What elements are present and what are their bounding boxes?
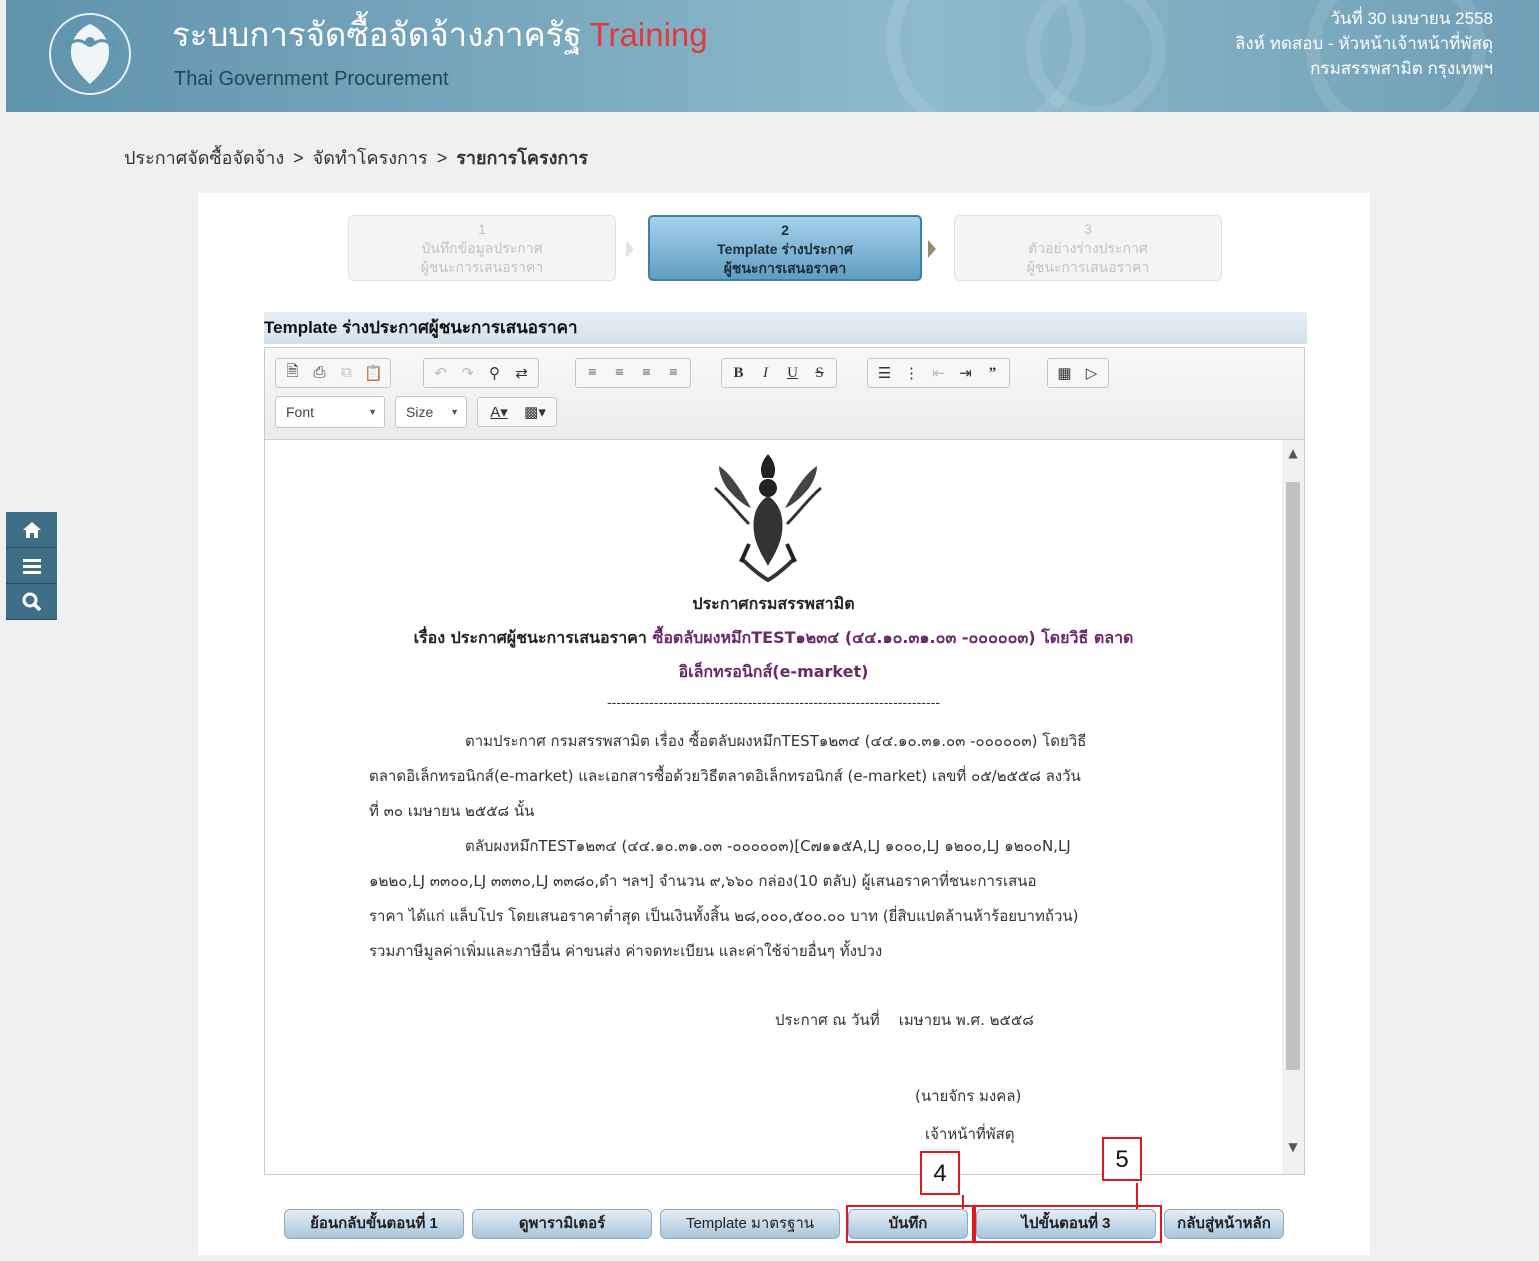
search-icon (22, 592, 41, 611)
find-icon[interactable]: ⚲ (481, 361, 508, 385)
step-3[interactable]: 3 ตัวอย่างร่างประกาศ ผู้ชนะการเสนอราคา (954, 215, 1222, 281)
menu-button[interactable] (6, 548, 57, 584)
doc-paragraph-2: ตลับผงหมึกTEST๑๒๓๔ (๔๔.๑๐.๓๑.๐๓ -๐๐๐๐๐๓)… (369, 837, 1079, 960)
side-toolbar (6, 512, 57, 620)
outdent-icon[interactable]: ⇤ (925, 361, 952, 385)
background-color-icon[interactable]: ▩▾ (517, 400, 553, 424)
search-button[interactable] (6, 584, 57, 620)
breadcrumb-current: รายการโครงการ (456, 148, 589, 168)
toolbar-group-colors: A▾ ▩▾ (477, 397, 557, 427)
underline-icon[interactable]: U (779, 361, 806, 385)
wizard-steps: 1 บันทึกข้อมูลประกาศ ผู้ชนะการเสนอราคา 2… (348, 215, 1222, 281)
view-parameters-button[interactable]: ดูพารามิเตอร์ (472, 1209, 652, 1239)
step-arrow (626, 240, 634, 258)
toolbar-group-insert: ▦ ▷ (1047, 358, 1109, 388)
doc-divider: ----------------------------------------… (606, 696, 941, 711)
show-blocks-icon[interactable]: ▷ (1078, 361, 1105, 385)
breadcrumb-project[interactable]: จัดทำโครงการ (313, 148, 428, 168)
editor-title: Template ร่างประกาศผู้ชนะการเสนอราคา (264, 312, 1307, 344)
doc-paragraph-1: ตามประกาศ กรมสรรพสามิต เรื่อง ซื้อตลับผง… (369, 732, 1087, 820)
next-highlight (974, 1205, 1162, 1243)
step-arrow (928, 240, 936, 258)
toolbar-group-style: B I U S (721, 358, 837, 388)
home-button[interactable] (6, 512, 57, 548)
text-color-icon[interactable]: A▾ (481, 400, 517, 424)
user-name: ลิงห์ ทดสอบ - หัวหน้าเจ้าหน้าที่พัสดุ (1234, 34, 1493, 53)
table-icon[interactable]: ▦ (1051, 361, 1078, 385)
home-icon (22, 521, 41, 538)
bold-icon[interactable]: B (725, 361, 752, 385)
preview-icon[interactable]: 🗎 (279, 361, 306, 385)
training-badge: Training (589, 16, 708, 53)
breadcrumb-procurement[interactable]: ประกาศจัดซื้อจัดจ้าง (124, 148, 284, 168)
toolbar-group-document: 🗎 ⎙ ⧉ 📋 (275, 358, 391, 388)
standard-template-button[interactable]: Template มาตรฐาน (660, 1209, 840, 1239)
home-return-button[interactable]: กลับสู่หน้าหลัก (1164, 1209, 1284, 1239)
current-date: วันที่ 30 เมษายน 2558 (1330, 9, 1493, 28)
redo-icon[interactable]: ↷ (454, 361, 481, 385)
save-highlight (846, 1205, 974, 1243)
doc-subject-line2: อิเล็กทรอนิกส์(e-market) (678, 662, 869, 681)
doc-signer-title: เจ้าหน้าที่พัสดุ (925, 1125, 1015, 1143)
garuda-emblem-icon (714, 454, 822, 583)
bulleted-list-icon[interactable]: ⋮ (898, 361, 925, 385)
size-select[interactable]: Size ▼ (395, 396, 467, 428)
breadcrumb-separator: > (436, 148, 448, 168)
blockquote-icon[interactable]: ” (979, 361, 1006, 385)
step-1[interactable]: 1 บันทึกข้อมูลประกาศ ผู้ชนะการเสนอราคา (348, 215, 616, 281)
align-right-icon[interactable]: ≡ (633, 361, 660, 385)
doc-subject: เรื่อง ประกาศผู้ชนะการเสนอราคา ซื้อตลับผ… (413, 628, 1134, 647)
step-2-active[interactable]: 2 Template ร่างประกาศ ผู้ชนะการเสนอราคา (648, 215, 922, 281)
replace-icon[interactable]: ⇄ (508, 361, 535, 385)
header-banner: ระบบการจัดซื้อจัดจ้างภาครัฐ Training Thai… (6, 0, 1539, 112)
italic-icon[interactable]: I (752, 361, 779, 385)
justify-icon[interactable]: ≡ (660, 361, 687, 385)
copy-icon[interactable]: ⧉ (333, 361, 360, 385)
paste-icon[interactable]: 📋 (360, 361, 387, 385)
chevron-up-icon[interactable]: ▲ (1282, 446, 1304, 460)
chevron-down-icon[interactable]: ▼ (1282, 1140, 1304, 1154)
user-department: กรมสรรพสามิต กรุงเทพฯ (1310, 59, 1493, 78)
doc-org: ประกาศกรมสรรพสามิต (692, 594, 855, 613)
toolbar-group-history: ↶ ↷ ⚲ ⇄ (423, 358, 539, 388)
app-subtitle: Thai Government Procurement (174, 68, 449, 90)
print-icon[interactable]: ⎙ (306, 361, 333, 385)
back-step1-button[interactable]: ย้อนกลับขั้นตอนที่ 1 (284, 1209, 464, 1239)
user-info: วันที่ 30 เมษายน 2558 ลิงห์ ทดสอบ - หัวห… (1235, 6, 1493, 81)
undo-icon[interactable]: ↶ (427, 361, 454, 385)
main-panel: 1 บันทึกข้อมูลประกาศ ผู้ชนะการเสนอราคา 2… (198, 193, 1370, 1255)
rich-text-editor[interactable]: 🗎 ⎙ ⧉ 📋 ↶ ↷ ⚲ ⇄ ≡ ≡ ≡ ≡ B I U S ☰ ⋮ ⇤ ⇥ … (264, 347, 1305, 1175)
toolbar-group-list: ☰ ⋮ ⇤ ⇥ ” (867, 358, 1010, 388)
numbered-list-icon[interactable]: ☰ (871, 361, 898, 385)
align-center-icon[interactable]: ≡ (606, 361, 633, 385)
font-select[interactable]: Font ▼ (275, 396, 385, 428)
indent-icon[interactable]: ⇥ (952, 361, 979, 385)
doc-signer-name: (นายจักร มงคล) (915, 1087, 1022, 1105)
menu-icon (22, 558, 41, 574)
editor-scrollbar[interactable]: ▲ ▼ (1282, 440, 1304, 1174)
align-left-icon[interactable]: ≡ (579, 361, 606, 385)
toolbar-group-align: ≡ ≡ ≡ ≡ (575, 358, 691, 388)
annotation-marker-4: 4 (920, 1151, 960, 1195)
breadcrumb-separator: > (293, 148, 304, 168)
strikethrough-icon[interactable]: S (806, 361, 833, 385)
chevron-down-icon: ▼ (368, 407, 377, 417)
chevron-down-icon: ▼ (450, 407, 459, 417)
document-content[interactable]: ประกาศกรมสรรพสามิต เรื่อง ประกาศผู้ชนะกา… (265, 440, 1282, 1174)
garuda-logo-icon (49, 13, 131, 95)
editor-toolbar: 🗎 ⎙ ⧉ 📋 ↶ ↷ ⚲ ⇄ ≡ ≡ ≡ ≡ B I U S ☰ ⋮ ⇤ ⇥ … (265, 348, 1304, 440)
breadcrumb: ประกาศจัดซื้อจัดจ้าง > จัดทำโครงการ > รายการ… (124, 143, 588, 172)
annotation-marker-5: 5 (1102, 1137, 1142, 1181)
app-title: ระบบการจัดซื้อจัดจ้างภาครัฐ Training (172, 16, 708, 53)
scrollbar-thumb[interactable] (1286, 482, 1300, 1070)
doc-announce-date: ประกาศ ณ วันที่ เมษายน พ.ศ. ๒๕๕๘ (775, 1011, 1034, 1029)
